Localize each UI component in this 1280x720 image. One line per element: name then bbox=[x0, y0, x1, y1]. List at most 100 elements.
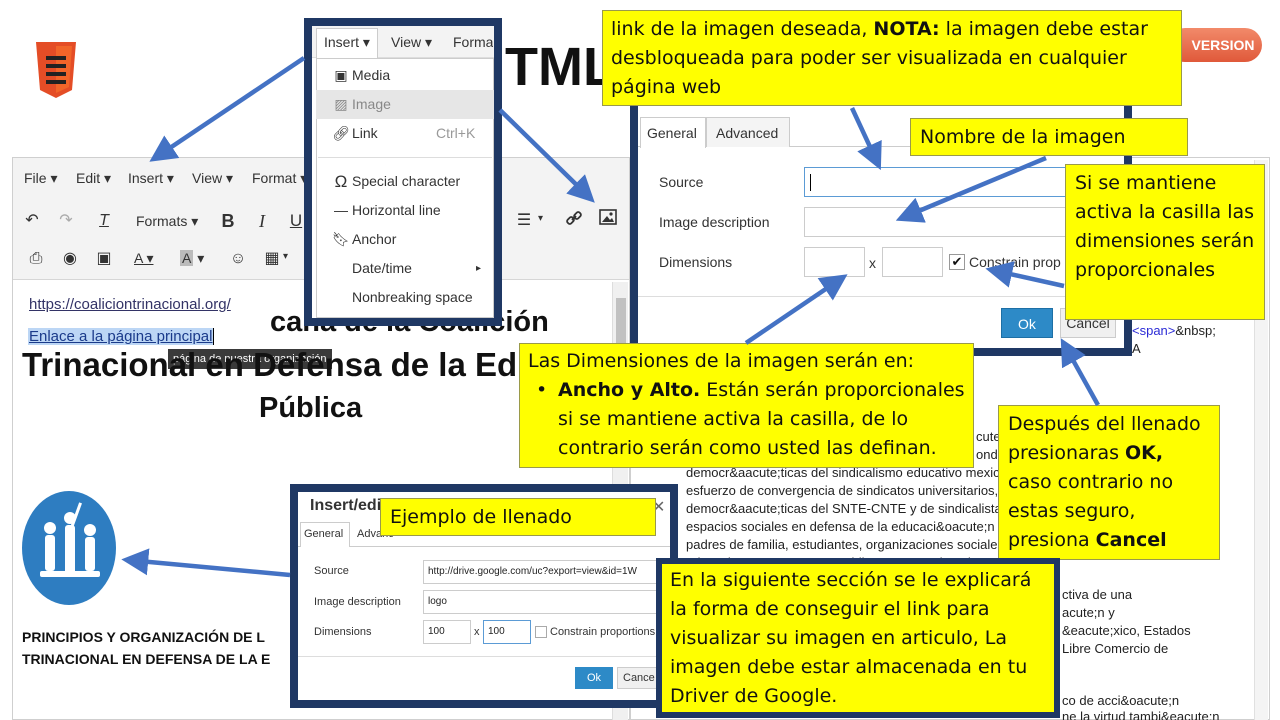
code-line: ne la virtud tambi&eacute;n bbox=[1062, 709, 1220, 720]
tab-advanced-label: Advanced bbox=[716, 125, 779, 141]
example-description-input[interactable]: logo bbox=[423, 590, 670, 614]
source-input[interactable] bbox=[804, 167, 1074, 197]
code-line: espacios sociales en defensa de la educa… bbox=[686, 519, 999, 534]
example-tab-general-label: General bbox=[304, 528, 344, 540]
description-label: Image description bbox=[659, 214, 770, 230]
principles-line2: TRINACIONAL EN DEFENSA DE LA E bbox=[22, 651, 271, 667]
menu-file[interactable]: File ▾ bbox=[24, 170, 57, 187]
version-button[interactable]: VERSION bbox=[1168, 28, 1262, 62]
source-label: Source bbox=[659, 174, 704, 190]
preview-icon[interactable]: ◉ bbox=[58, 247, 82, 271]
slide-title: TML bbox=[505, 37, 616, 97]
link-shortcut: Ctrl+K bbox=[436, 125, 476, 141]
coalition-logo-image bbox=[20, 488, 118, 606]
image-icon: ▨ bbox=[334, 96, 348, 112]
italic-icon[interactable]: I bbox=[250, 209, 274, 233]
menu-item-link[interactable]: 🔗︎ Link Ctrl+K bbox=[316, 119, 494, 148]
menu-divider bbox=[318, 157, 492, 158]
code-line: ctiva de una bbox=[1062, 587, 1133, 602]
callout-after-fill: Después del llenado presionaras OK, caso… bbox=[998, 405, 1220, 560]
insert-menu-tab-view[interactable]: View ▾ bbox=[391, 34, 432, 51]
code-line: <span>&nbsp; bbox=[1132, 323, 1216, 338]
menu-item-image[interactable]: ▨ Image bbox=[316, 90, 494, 119]
link-text-selected[interactable]: Enlace a la página principal bbox=[28, 328, 215, 345]
link-url-text[interactable]: https://coaliciontrinacional.org/ bbox=[29, 296, 231, 313]
menu-edit[interactable]: Edit ▾ bbox=[76, 170, 111, 187]
principles-line1: PRINCIPIOS Y ORGANIZACIÓN DE L bbox=[22, 629, 265, 645]
table-caret[interactable]: ▾ bbox=[283, 251, 288, 262]
numbered-list-caret[interactable]: ▾ bbox=[538, 213, 543, 224]
dimensions-label: Dimensions bbox=[659, 254, 733, 270]
media-icon[interactable]: ▣ bbox=[92, 247, 116, 271]
emoticon-icon[interactable]: ☺ bbox=[226, 247, 250, 271]
code-line: padres de familia, estudiantes, organiza… bbox=[686, 537, 999, 552]
dimensions-x: x bbox=[869, 255, 876, 271]
undo-icon[interactable]: ↶ bbox=[20, 209, 44, 233]
link-icon[interactable] bbox=[562, 209, 586, 233]
example-dimensions-x: x bbox=[474, 626, 480, 638]
example-source-label: Source bbox=[314, 565, 349, 577]
insert-menu-tab-insert[interactable]: Insert ▾ bbox=[324, 34, 370, 51]
background-color-icon[interactable]: A ▾ bbox=[180, 250, 204, 267]
callout-link-note: link de la imagen deseada, NOTA: la imag… bbox=[602, 10, 1182, 106]
arrow-to-insert-menu bbox=[149, 56, 306, 162]
image-icon[interactable] bbox=[596, 209, 620, 233]
height-input[interactable] bbox=[882, 247, 943, 277]
submenu-arrow-icon: ▸ bbox=[476, 263, 482, 274]
formats-dropdown[interactable]: Formats ▾ bbox=[136, 213, 198, 230]
code-line: esfuerzo de convergencia de sindicatos u… bbox=[686, 483, 999, 498]
bookmark-icon: 🔖︎ bbox=[332, 231, 350, 247]
example-constrain-checkbox[interactable] bbox=[535, 626, 547, 638]
code-line: A bbox=[1132, 341, 1141, 356]
description-input[interactable] bbox=[804, 207, 1074, 237]
constrain-checkbox[interactable]: ✔ bbox=[949, 254, 965, 270]
code-line: ond bbox=[976, 447, 998, 462]
example-constrain-label: Constrain proportions bbox=[550, 626, 656, 638]
redo-icon[interactable]: ↷ bbox=[54, 209, 78, 233]
example-description-label: Image description bbox=[314, 596, 401, 608]
clear-format-icon[interactable]: T bbox=[92, 209, 116, 233]
menu-item-datetime[interactable]: Date/time ▸ bbox=[316, 254, 494, 283]
width-input[interactable] bbox=[804, 247, 865, 277]
menu-format[interactable]: Format ▾ bbox=[252, 170, 307, 187]
example-width-input[interactable]: 100 bbox=[423, 620, 471, 644]
menu-item-anchor[interactable]: 🔖︎ Anchor bbox=[316, 225, 494, 254]
example-dimensions-label: Dimensions bbox=[314, 626, 372, 638]
code-line: acute;n y bbox=[1062, 605, 1115, 620]
bold-icon[interactable]: B bbox=[216, 209, 240, 233]
hr-icon: — bbox=[334, 202, 348, 218]
print-icon[interactable]: ⎙ bbox=[24, 247, 48, 271]
omega-icon: Ω bbox=[334, 172, 348, 191]
menu-view[interactable]: View ▾ bbox=[192, 170, 233, 187]
html5-logo bbox=[34, 42, 78, 98]
content-heading-line2: Trinacional en Defensa de la Educ bbox=[22, 346, 522, 383]
tab-general-label: General bbox=[647, 125, 697, 141]
numbered-list-icon[interactable]: ☰ bbox=[512, 209, 536, 233]
menu-item-nonbreaking-space[interactable]: Nonbreaking space bbox=[316, 283, 494, 312]
menu-insert[interactable]: Insert ▾ bbox=[128, 170, 174, 187]
constrain-label: Constrain prop bbox=[969, 254, 1061, 270]
insert-menu-tab-format[interactable]: Format bbox=[453, 34, 493, 50]
example-footer bbox=[298, 656, 670, 700]
menu-item-horizontal-line[interactable]: — Horizontal line bbox=[316, 196, 494, 225]
link-icon: 🔗︎ bbox=[332, 125, 350, 141]
table-icon[interactable]: ▦ bbox=[260, 247, 284, 271]
example-dialog-title: Insert/edi bbox=[310, 497, 382, 514]
example-ok-button[interactable]: Ok bbox=[575, 667, 613, 689]
code-line: co de acci&oacute;n bbox=[1062, 693, 1180, 708]
example-source-input[interactable]: http://drive.google.com/uc?export=view&i… bbox=[423, 560, 670, 584]
callout-image-name: Nombre de la imagen bbox=[910, 118, 1188, 156]
code-line: democr&aacute;ticas del SNTE-CNTE y de s… bbox=[686, 501, 999, 516]
menu-item-media[interactable]: ▣ Media bbox=[316, 61, 494, 90]
example-height-input[interactable]: 100 bbox=[483, 620, 531, 644]
menu-item-special-character[interactable]: Ω Special character bbox=[316, 167, 494, 196]
code-line: &eacute;xico, Estados bbox=[1062, 623, 1191, 638]
callout-constrain: Si se mantiene activa la casilla las dim… bbox=[1065, 164, 1265, 320]
ok-button[interactable]: Ok bbox=[1001, 308, 1053, 338]
callout-example: Ejemplo de llenado bbox=[380, 498, 656, 536]
content-heading-line3: Pública bbox=[259, 392, 363, 424]
callout-next-section: En la siguiente sección se le explicará … bbox=[662, 564, 1054, 712]
code-line: Libre Comercio de bbox=[1062, 641, 1169, 656]
callout-dimensions: Las Dimensiones de la imagen serán en: •… bbox=[519, 343, 974, 468]
text-color-icon[interactable]: A ▾ bbox=[134, 250, 153, 267]
